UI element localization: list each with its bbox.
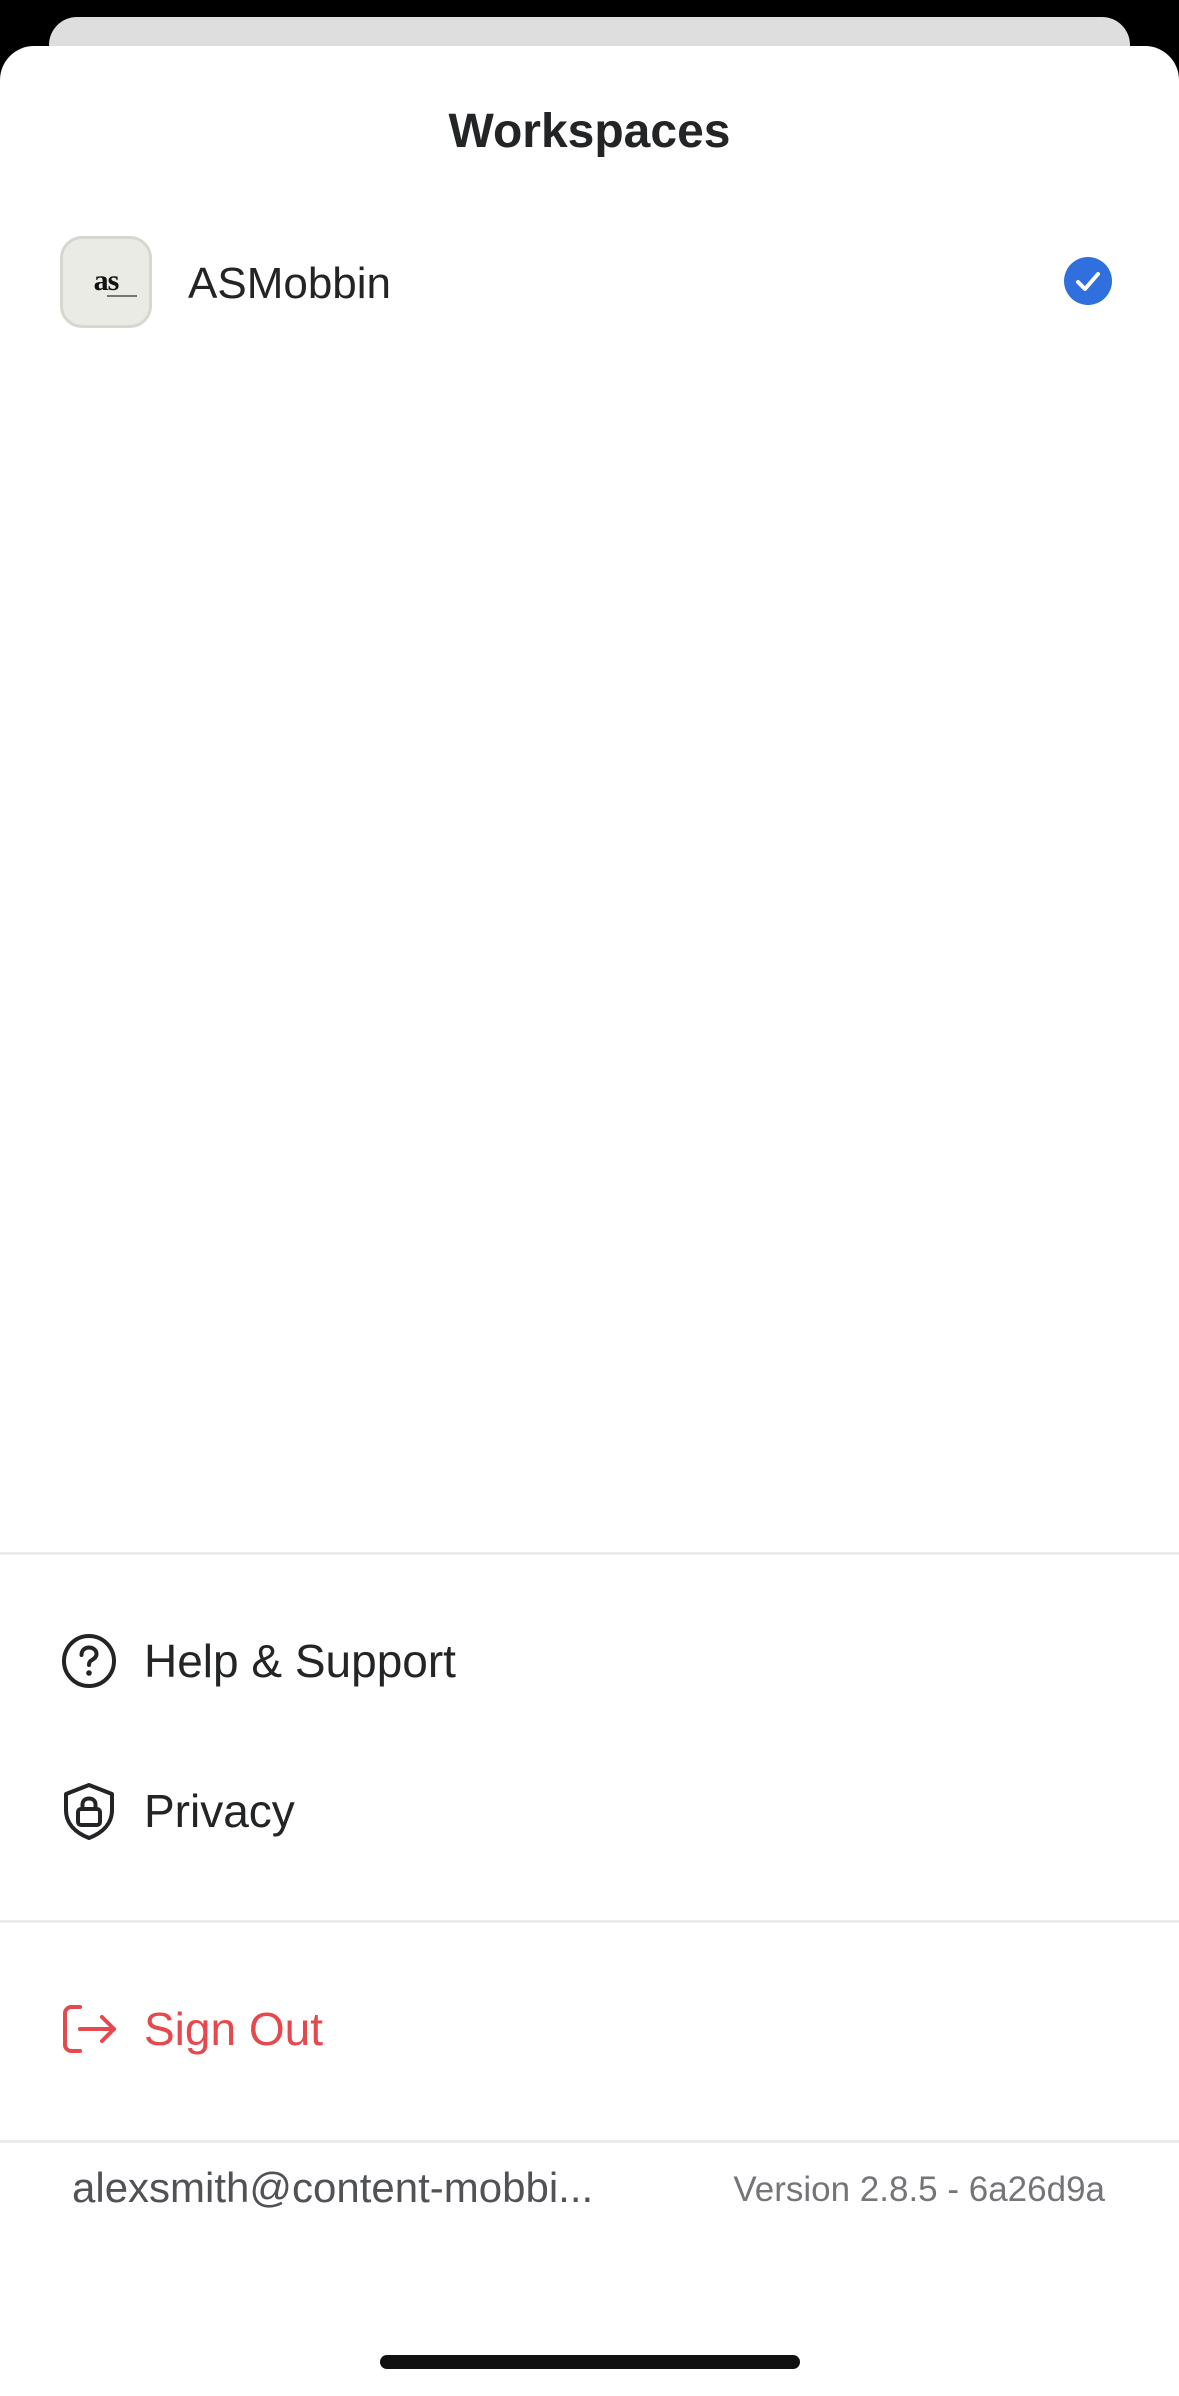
home-indicator[interactable] <box>380 2355 800 2369</box>
workspace-logo-underline <box>107 295 137 297</box>
help-support-label: Help & Support <box>144 1635 456 1687</box>
sign-out-arrow-icon <box>58 1998 120 2060</box>
sign-out-label: Sign Out <box>144 2003 323 2055</box>
workspace-logo-mark: as <box>93 264 120 297</box>
shield-lock-icon <box>58 1780 120 1842</box>
divider-top <box>0 1552 1179 1555</box>
app-version: Version 2.8.5 - 6a26d9a <box>733 2170 1105 2209</box>
sheet-title: Workspaces <box>448 105 731 158</box>
divider-bottom <box>0 2140 1179 2143</box>
sign-out-button[interactable]: Sign Out <box>0 1974 1179 2084</box>
account-email: alexsmith@content-mobbi... <box>72 2164 594 2211</box>
workspace-name: ASMobbin <box>188 259 392 308</box>
privacy-label: Privacy <box>144 1785 295 1837</box>
workspace-row-asmobbin[interactable]: as ASMobbin <box>0 236 1179 336</box>
help-support-button[interactable]: Help & Support <box>0 1606 1179 1716</box>
workspace-logo: as <box>60 236 152 328</box>
question-circle-icon <box>58 1630 120 1692</box>
privacy-button[interactable]: Privacy <box>0 1756 1179 1866</box>
divider-middle <box>0 1920 1179 1923</box>
workspaces-sheet: Workspaces as ASMobbin Help & Support Pr… <box>0 46 1179 2396</box>
checkmark-circle-icon <box>1064 257 1112 305</box>
